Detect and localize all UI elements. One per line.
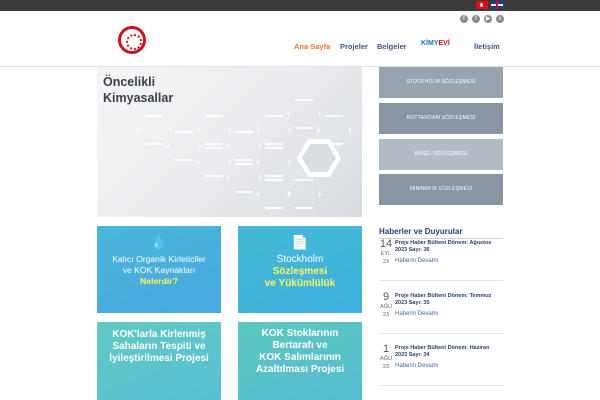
vimeo-icon[interactable]: v — [496, 15, 504, 23]
hexagon-shape — [197, 115, 231, 145]
news-headline[interactable]: Proje Haber Bülteni Dönem: Ağustos 2023 … — [395, 240, 503, 254]
news-section-title: Haberler ve Duyurular — [379, 227, 463, 236]
news-day: 9 — [382, 291, 390, 303]
news-year: 23 — [382, 364, 390, 370]
news-headline[interactable]: Proje Haber Bülteni Dönem: Haziran 2023 … — [395, 345, 503, 359]
tile-line-emphasis: ve Yükümlülük — [264, 278, 336, 289]
news-day: 1 — [382, 343, 390, 355]
hexagon-shape — [287, 179, 321, 209]
youtube-icon[interactable]: ▶ — [484, 15, 492, 23]
divider — [379, 333, 503, 334]
news-read-more-link[interactable]: Haberin Devamı — [395, 258, 438, 264]
news-month: AĞU — [380, 304, 392, 310]
hero-banner[interactable]: Öncelikli Kimyasallar — [97, 67, 362, 217]
tile-line: İyileştirilmesi Projesi — [109, 353, 209, 364]
divider — [379, 385, 503, 386]
tile-line: Kalıcı Organik Kirleticiler — [112, 254, 206, 264]
nav-contact[interactable]: İletişim — [474, 42, 500, 51]
minamata-convention-button[interactable]: MİNAMATA SÖZLEŞMESİ — [379, 174, 503, 205]
hero-title: Öncelikli Kimyasallar — [103, 74, 253, 106]
news-read-more-link[interactable]: Haberin Devamı — [395, 363, 438, 369]
hexagon-shape — [197, 147, 231, 177]
hexagon-shape — [257, 115, 291, 145]
hero-title-line2: Kimyasallar — [103, 91, 174, 105]
top-bar — [0, 0, 600, 11]
news-month: AĞU — [380, 356, 392, 362]
twitter-icon[interactable]: t — [472, 15, 480, 23]
english-flag-icon[interactable] — [491, 1, 503, 9]
tile-line: KOK Stoklarının — [261, 328, 339, 339]
social-links: f t ▶ v — [460, 15, 504, 23]
tile-line: KOK Salımlarının — [259, 352, 341, 363]
ministry-logo[interactable] — [118, 26, 146, 54]
nav-projects[interactable]: Projeler — [340, 42, 368, 51]
rotterdam-convention-button[interactable]: ROTTERDAM SÖZLEŞMESİ — [379, 103, 503, 134]
tile-line: KOK'larla Kirlenmiş — [112, 329, 206, 340]
site-header: Ana Sayfa Projeler Belgeler KİMYEVİ İlet… — [0, 25, 600, 67]
tile-stockholm[interactable]: 📄 Stockholm Sözleşmesi ve Yükümlülük — [238, 226, 362, 313]
nav-docs[interactable]: Belgeler — [377, 42, 407, 51]
news-year: 23 — [382, 312, 390, 318]
tile-line-emphasis: Nelerdir? — [140, 276, 178, 286]
tile-line: Azaltılması Projesi — [255, 364, 345, 375]
tile-contaminated-sites[interactable]: KOK'larla Kirlenmiş Sahaların Tespiti ve… — [97, 322, 221, 400]
tile-line-emphasis: Sözleşmesi — [272, 266, 328, 277]
nav-kimyevi[interactable]: KİMYEVİ — [421, 40, 450, 47]
document-icon: 📄 — [291, 234, 309, 250]
news-read-more-link[interactable]: Haberin Devamı — [395, 311, 438, 317]
news-year: 23 — [382, 259, 390, 265]
hexagon-shape — [287, 99, 321, 129]
basel-convention-button[interactable]: BASEL SÖZLEŞMESİ — [379, 139, 503, 170]
tile-line: ve KOK Kaynakları — [122, 265, 196, 275]
hexagon-shape — [257, 179, 291, 209]
hexagon-shape — [137, 115, 171, 145]
hexagon-shape — [227, 131, 261, 161]
news-headline[interactable]: Proje Haber Bülteni Dönem: Temmuz 2023 S… — [395, 293, 503, 307]
tile-line: Bertarafı ve — [272, 340, 328, 351]
tile-line: Stockholm — [276, 254, 324, 265]
news-month: EYL — [380, 251, 392, 257]
divider — [379, 238, 503, 239]
divider — [379, 280, 503, 281]
news-day: 14 — [379, 238, 393, 250]
stockholm-convention-button[interactable]: STOCKHOLM SÖZLEŞMESİ — [379, 67, 503, 98]
hexagon-shape — [227, 163, 261, 193]
hero-title-line1: Öncelikli — [103, 75, 156, 89]
tile-pops-info[interactable]: 💧 Kalıcı Organik Kirleticiler ve KOK Kay… — [97, 226, 221, 313]
hexagon-shape — [167, 131, 201, 161]
kimyevi-label-b: EVİ — [438, 40, 450, 47]
nav-home[interactable]: Ana Sayfa — [294, 42, 330, 51]
facebook-icon[interactable]: f — [460, 15, 468, 23]
turkish-flag-icon[interactable] — [476, 1, 488, 9]
kimyevi-label-a: KİMY — [421, 40, 439, 47]
hexagon-shape — [257, 147, 291, 177]
droplet-icon: 💧 — [150, 234, 168, 250]
tile-line: Sahaların Tespiti ve — [112, 341, 206, 352]
tile-stockpile-disposal[interactable]: KOK Stoklarının Bertarafı ve KOK Salımla… — [238, 322, 362, 400]
